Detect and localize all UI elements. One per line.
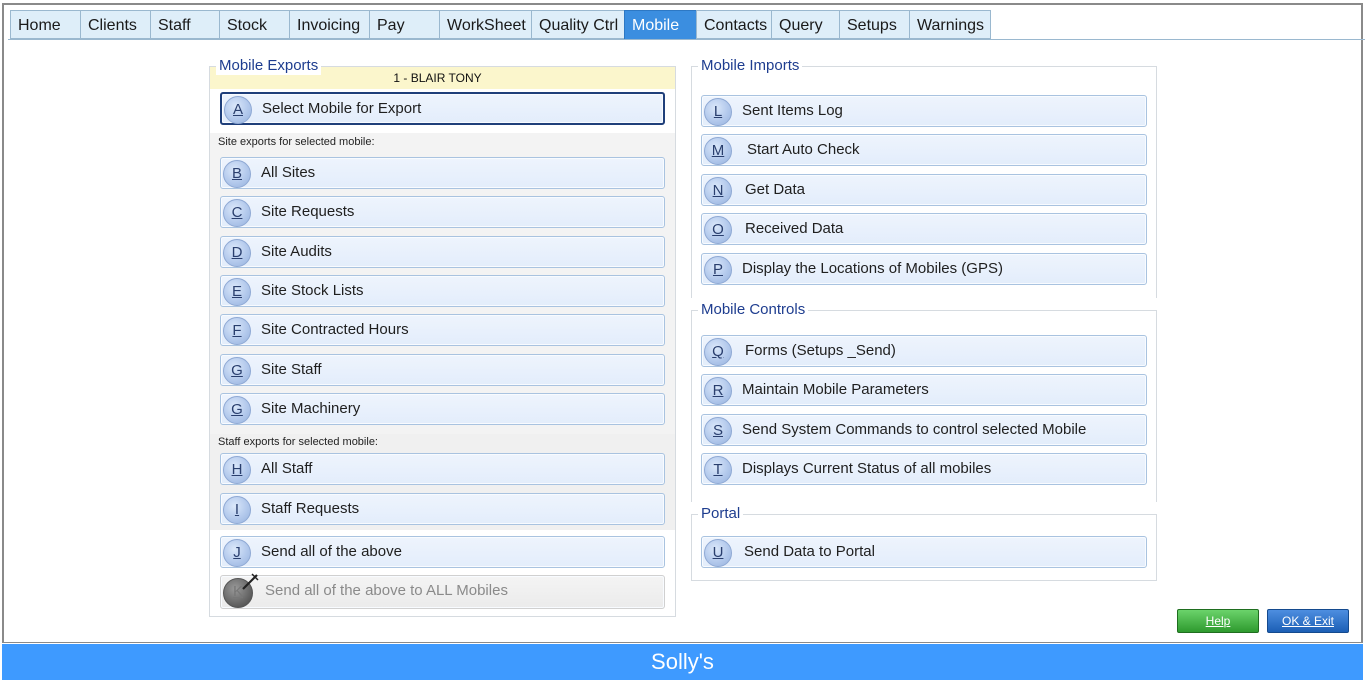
button-label: Send Data to Portal — [744, 543, 875, 560]
key-e-icon: E — [223, 278, 251, 306]
button-label: Send all of the above to ALL Mobiles — [265, 582, 508, 599]
site-contracted-hours-button[interactable]: F Site Contracted Hours — [220, 314, 665, 346]
key-m-icon: M — [704, 137, 732, 165]
button-label: Send all of the above — [261, 543, 402, 560]
start-auto-check-button[interactable]: M Start Auto Check — [701, 134, 1147, 166]
key-l-icon: L — [704, 98, 732, 126]
footer-banner: Solly's — [2, 644, 1363, 680]
key-s-icon: S — [704, 417, 732, 445]
send-data-to-portal-button[interactable]: U Send Data to Portal — [701, 536, 1147, 568]
button-label: Get Data — [745, 181, 806, 198]
key-d-icon: D — [223, 239, 251, 267]
button-label: Sent Items Log — [742, 102, 843, 119]
key-f-icon: F — [223, 317, 251, 345]
staff-requests-button[interactable]: I Staff Requests — [220, 493, 665, 525]
tab-bar-divider — [8, 39, 1365, 40]
button-label: Site Staff — [261, 361, 322, 378]
site-requests-button[interactable]: C Site Requests — [220, 196, 665, 228]
button-label: Site Stock Lists — [261, 282, 364, 299]
button-label: Displays Current Status of all mobiles — [742, 460, 992, 477]
key-u-icon: U — [704, 539, 732, 567]
key-g-icon: G — [223, 357, 251, 385]
sent-items-log-button[interactable]: L Sent Items Log — [701, 95, 1147, 127]
key-n-icon: N — [704, 177, 732, 205]
tab-pay[interactable]: Pay — [369, 10, 439, 39]
key-o-icon: O — [704, 216, 732, 244]
button-label: Forms (Setups _Send) — [745, 342, 896, 359]
button-label: All Staff — [261, 460, 313, 477]
no-entry-icon — [242, 573, 259, 590]
received-data-button[interactable]: O Received Data — [701, 213, 1147, 245]
site-staff-button[interactable]: G Site Staff — [220, 354, 665, 386]
button-label: Display the Locations of Mobiles (GPS) — [742, 260, 1003, 277]
key-i-icon: I — [223, 496, 251, 524]
tab-contacts[interactable]: Contacts — [696, 10, 771, 39]
button-label: Maintain Mobile Parameters — [742, 381, 929, 398]
key-j-icon: J — [223, 539, 251, 567]
key-p-icon: P — [704, 256, 732, 284]
portal-title: Portal — [698, 505, 744, 523]
select-mobile-button[interactable]: A Select Mobile for Export — [220, 92, 665, 125]
tab-bar: Home Clients Staff Stock Invoicing Pay W… — [10, 10, 991, 40]
site-stock-lists-button[interactable]: E Site Stock Lists — [220, 275, 665, 307]
help-button[interactable]: Help — [1177, 609, 1259, 633]
get-data-button[interactable]: N Get Data — [701, 174, 1147, 206]
tab-setups[interactable]: Setups — [839, 10, 909, 39]
send-all-mobiles-button[interactable]: K Send all of the above to ALL Mobiles — [220, 573, 665, 609]
button-label: Site Contracted Hours — [261, 321, 409, 338]
tab-quality-ctrl[interactable]: Quality Ctrl — [531, 10, 624, 39]
ok-exit-button[interactable]: OK & Exit — [1267, 609, 1349, 633]
key-q-icon: Q — [704, 338, 732, 366]
key-g-icon: G — [223, 396, 251, 424]
gps-locations-button[interactable]: P Display the Locations of Mobiles (GPS) — [701, 253, 1147, 285]
tab-invoicing[interactable]: Invoicing — [289, 10, 369, 39]
button-label: All Sites — [261, 164, 316, 181]
tab-staff[interactable]: Staff — [150, 10, 219, 39]
mobile-imports-title: Mobile Imports — [698, 57, 803, 75]
site-machinery-button[interactable]: G Site Machinery — [220, 393, 665, 425]
button-label: Staff Requests — [261, 500, 360, 517]
staff-exports-label: Staff exports for selected mobile: — [218, 436, 378, 448]
key-t-icon: T — [704, 456, 732, 484]
maintain-mobile-parameters-button[interactable]: R Maintain Mobile Parameters — [701, 374, 1147, 406]
send-system-commands-button[interactable]: S Send System Commands to control select… — [701, 414, 1147, 446]
button-label: Send System Commands to control selected… — [742, 421, 1087, 438]
button-label: Site Audits — [261, 243, 332, 260]
tab-query[interactable]: Query — [771, 10, 839, 39]
all-sites-button[interactable]: B All Sites — [220, 157, 665, 189]
forms-send-button[interactable]: Q Forms (Setups _Send) — [701, 335, 1147, 367]
main-window: Home Clients Staff Stock Invoicing Pay W… — [2, 3, 1365, 643]
key-b-icon: B — [223, 160, 251, 188]
mobile-controls-title: Mobile Controls — [698, 301, 809, 319]
tab-clients[interactable]: Clients — [80, 10, 150, 39]
button-label: Start Auto Check — [747, 141, 860, 158]
key-h-icon: H — [223, 456, 251, 484]
site-exports-label: Site exports for selected mobile: — [218, 136, 375, 148]
select-mobile-label: Select Mobile for Export — [262, 100, 422, 117]
all-staff-button[interactable]: H All Staff — [220, 453, 665, 485]
current-status-button[interactable]: T Displays Current Status of all mobiles — [701, 453, 1147, 485]
key-r-icon: R — [704, 377, 732, 405]
tab-stock[interactable]: Stock — [219, 10, 289, 39]
key-c-icon: C — [223, 199, 251, 227]
tab-worksheet[interactable]: WorkSheet — [439, 10, 531, 39]
tab-home[interactable]: Home — [10, 10, 80, 39]
key-a-icon: A — [224, 96, 252, 124]
site-audits-button[interactable]: D Site Audits — [220, 236, 665, 268]
button-label: Site Requests — [261, 203, 355, 220]
button-label: Site Machinery — [261, 400, 361, 417]
button-label: Received Data — [745, 220, 844, 237]
selected-mobile-name: 1 - BLAIR TONY — [393, 71, 482, 85]
tab-mobile[interactable]: Mobile — [624, 10, 696, 40]
tab-warnings[interactable]: Warnings — [909, 10, 991, 39]
mobile-exports-title: Mobile Exports — [216, 57, 322, 75]
send-all-button[interactable]: J Send all of the above — [220, 536, 665, 568]
